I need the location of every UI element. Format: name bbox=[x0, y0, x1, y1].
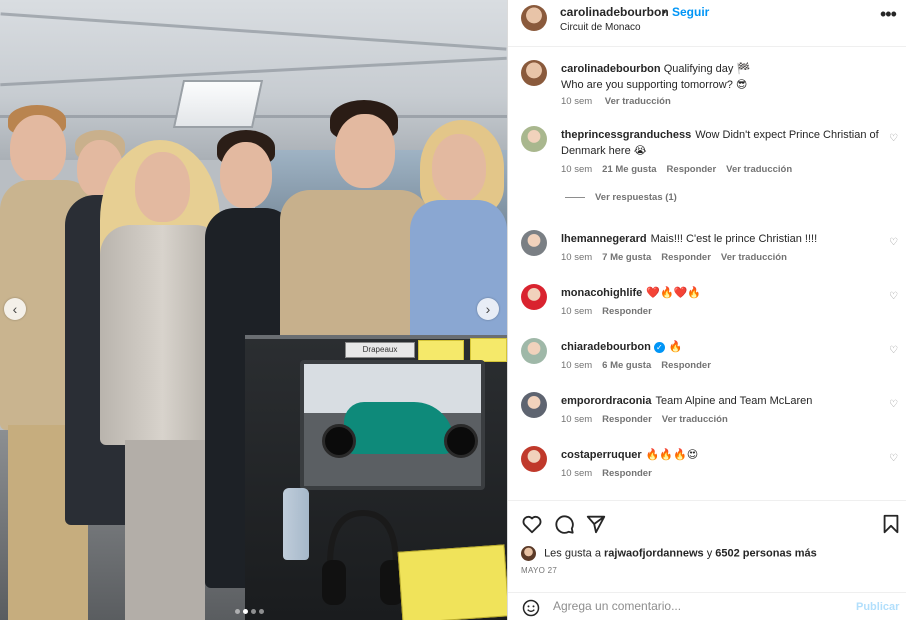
comment-input[interactable] bbox=[553, 599, 843, 613]
post-header: carolinadebourbon • Seguir Circuit de Mo… bbox=[508, 0, 906, 47]
headphones bbox=[322, 509, 404, 605]
commenter-avatar[interactable] bbox=[521, 230, 547, 256]
like-comment-icon[interactable]: ♡ bbox=[889, 345, 898, 356]
bookmark-icon[interactable] bbox=[880, 513, 902, 535]
comment-icon[interactable] bbox=[553, 513, 575, 535]
commenter-avatar[interactable] bbox=[521, 284, 547, 310]
commenter-username[interactable]: emporordraconia bbox=[561, 395, 651, 407]
like-comment-icon[interactable]: ♡ bbox=[889, 399, 898, 410]
reply-link[interactable]: Responder bbox=[667, 164, 717, 175]
like-comment-icon[interactable]: ♡ bbox=[889, 133, 898, 144]
translate-link[interactable]: Ver traducción bbox=[662, 414, 728, 425]
commenter-username[interactable]: lhemannegerard bbox=[561, 233, 647, 245]
commenter-username[interactable]: chiaradebourbon bbox=[561, 341, 651, 353]
comment-text: 🔥 bbox=[668, 341, 683, 353]
post-actions bbox=[508, 500, 906, 542]
comment-text: Mais!!! C'est le prince Christian !!!! bbox=[650, 233, 818, 245]
view-replies-link[interactable]: Ver respuestas (1) bbox=[565, 192, 677, 203]
comment-time: 10 sem bbox=[561, 252, 593, 263]
carousel-dot[interactable] bbox=[259, 609, 264, 614]
next-slide-button[interactable]: › bbox=[477, 298, 499, 320]
commenter-avatar[interactable] bbox=[521, 392, 547, 418]
like-comment-icon[interactable]: ♡ bbox=[889, 237, 898, 248]
comment-time: 10 sem bbox=[561, 306, 593, 317]
reply-link[interactable]: Responder bbox=[661, 252, 711, 263]
comment-time: 10 sem bbox=[561, 468, 593, 479]
comment-text: ❤️🔥❤️🔥 bbox=[646, 287, 702, 299]
header-separator: • bbox=[662, 5, 667, 19]
carousel-dots bbox=[235, 609, 264, 614]
publish-button[interactable]: Publicar bbox=[856, 601, 899, 613]
comments-list[interactable]: carolinadebourbon Qualifying day 🏁 Who a… bbox=[508, 48, 906, 498]
comment-text: 🔥🔥🔥😍 bbox=[645, 449, 699, 461]
caption-text: Qualifying day 🏁 bbox=[663, 63, 751, 75]
like-comment-icon[interactable]: ♡ bbox=[889, 453, 898, 464]
console-label: Drapeaux bbox=[345, 342, 415, 358]
caption-username[interactable]: carolinadebourbon bbox=[561, 63, 661, 75]
likes-count[interactable]: 6502 personas más bbox=[715, 547, 817, 559]
send-icon[interactable] bbox=[585, 513, 607, 535]
chevron-right-icon: › bbox=[485, 301, 491, 317]
commenter-username[interactable]: monacohighlife bbox=[561, 287, 642, 299]
commenter-username[interactable]: theprincessgranduchess bbox=[561, 129, 691, 141]
add-comment-bar: Publicar bbox=[508, 592, 906, 620]
likes-summary[interactable]: Les gusta a rajwaofjordannews y 6502 per… bbox=[521, 546, 817, 561]
carousel-dot[interactable] bbox=[251, 609, 256, 614]
author-username[interactable]: carolinadebourbon bbox=[560, 5, 669, 19]
heart-icon[interactable] bbox=[521, 513, 543, 535]
sticky-note bbox=[470, 338, 507, 362]
post-location[interactable]: Circuit de Monaco bbox=[560, 22, 641, 33]
emoji-icon[interactable] bbox=[521, 598, 541, 618]
race-car bbox=[344, 402, 454, 454]
translate-link[interactable]: Ver traducción bbox=[721, 252, 787, 263]
translate-link[interactable]: Ver traducción bbox=[605, 96, 671, 107]
commenter-avatar[interactable] bbox=[521, 446, 547, 472]
post-date: MAYO 27 bbox=[521, 566, 558, 575]
reply-link[interactable]: Responder bbox=[602, 306, 652, 317]
comment-time: 10 sem bbox=[561, 360, 593, 371]
chevron-left-icon: ‹ bbox=[12, 301, 18, 317]
like-comment-icon[interactable]: ♡ bbox=[889, 291, 898, 302]
comment-text: Team Alpine and Team McLaren bbox=[655, 395, 813, 407]
carousel-dot[interactable] bbox=[243, 609, 248, 614]
comment-likes[interactable]: 7 Me gusta bbox=[602, 252, 651, 263]
liker-username[interactable]: rajwaofjordannews bbox=[604, 547, 704, 559]
commenter-username[interactable]: costaperruquer bbox=[561, 449, 642, 461]
caption-text: Who are you supporting tomorrow? 😎 bbox=[561, 79, 748, 91]
reply-link[interactable]: Responder bbox=[661, 360, 711, 371]
yellow-notepad bbox=[397, 544, 507, 620]
prev-slide-button[interactable]: ‹ bbox=[4, 298, 26, 320]
reply-link[interactable]: Responder bbox=[602, 468, 652, 479]
commenter-avatar[interactable] bbox=[521, 338, 547, 364]
post-sidebar: carolinadebourbon • Seguir Circuit de Mo… bbox=[507, 0, 906, 620]
comment-likes[interactable]: 21 Me gusta bbox=[602, 164, 656, 175]
commenter-avatar[interactable] bbox=[521, 126, 547, 152]
sticky-note bbox=[418, 340, 464, 362]
post-photo[interactable]: Drapeaux ‹ › bbox=[0, 0, 507, 620]
verified-badge-icon: ✓ bbox=[653, 341, 665, 353]
carousel-dot[interactable] bbox=[235, 609, 240, 614]
more-options-icon[interactable]: ••• bbox=[880, 4, 897, 25]
person-5 bbox=[280, 100, 430, 360]
ceiling-light bbox=[172, 80, 264, 128]
translate-link[interactable]: Ver traducción bbox=[726, 164, 792, 175]
author-avatar[interactable] bbox=[521, 5, 547, 31]
liker-avatar bbox=[521, 546, 536, 561]
reply-link[interactable]: Responder bbox=[602, 414, 652, 425]
follow-button[interactable]: Seguir bbox=[672, 5, 709, 19]
comment-likes[interactable]: 6 Me gusta bbox=[602, 360, 651, 371]
comment-time: 10 sem bbox=[561, 414, 593, 425]
race-monitor bbox=[300, 360, 485, 490]
caption-time: 10 sem bbox=[561, 96, 593, 107]
comment-time: 10 sem bbox=[561, 164, 593, 175]
author-avatar[interactable] bbox=[521, 60, 547, 86]
water-bottle bbox=[283, 488, 309, 560]
